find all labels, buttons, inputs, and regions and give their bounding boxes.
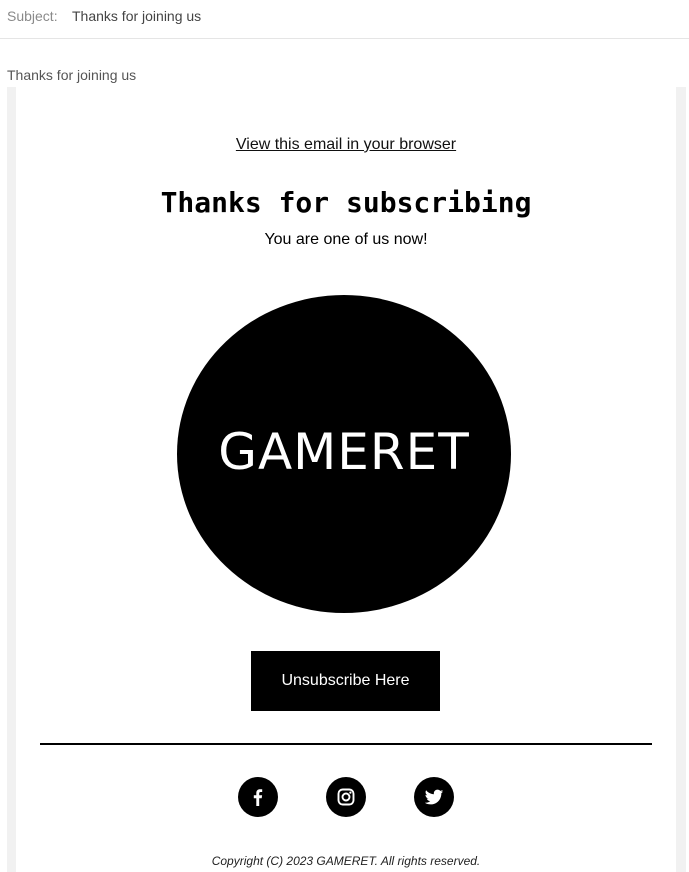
unsubscribe-button[interactable]: Unsubscribe Here <box>251 651 440 711</box>
social-links <box>16 777 676 817</box>
preheader-text: Thanks for joining us <box>7 67 137 83</box>
email-body: View this email in your browser Thanks f… <box>16 87 676 872</box>
subject-bar: Subject: Thanks for joining us <box>0 0 689 39</box>
instagram-icon[interactable] <box>326 777 366 817</box>
subject-label: Subject: <box>7 8 58 24</box>
headline: Thanks for subscribing <box>160 186 532 219</box>
view-in-browser-link[interactable]: View this email in your browser <box>16 136 676 154</box>
twitter-icon[interactable] <box>414 777 454 817</box>
divider <box>40 743 652 745</box>
email-frame: View this email in your browser Thanks f… <box>7 87 686 872</box>
subheadline: You are one of us now! <box>264 231 428 248</box>
brand-logo-text: GAMERET <box>218 423 470 481</box>
copyright-text: Copyright (C) 2023 GAMERET. All rights r… <box>211 854 481 868</box>
subject-value: Thanks for joining us <box>72 8 202 24</box>
facebook-icon[interactable] <box>238 777 278 817</box>
brand-logo: GAMERET <box>177 295 511 613</box>
